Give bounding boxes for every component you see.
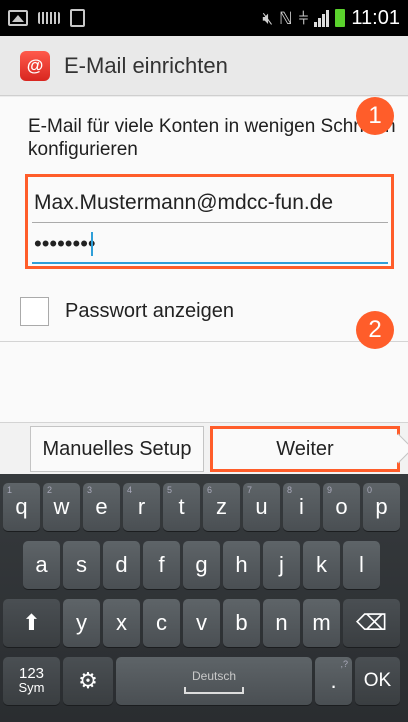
key-l[interactable]: l: [343, 541, 380, 589]
next-button-label: Weiter: [276, 437, 334, 460]
keyboard-language-label: Deutsch: [191, 668, 237, 683]
email-field[interactable]: [34, 184, 384, 222]
nfc-icon: ℕ: [279, 8, 293, 28]
key-r[interactable]: 4r: [123, 483, 160, 531]
key-p[interactable]: 0p: [363, 483, 400, 531]
period-key[interactable]: ,?.: [315, 657, 352, 705]
symbols-key[interactable]: 123 Sym: [3, 657, 60, 705]
key-b[interactable]: b: [223, 599, 260, 647]
backspace-key[interactable]: ⌫: [343, 599, 400, 647]
space-key[interactable]: Deutsch: [116, 657, 312, 705]
battery-icon: [335, 9, 346, 27]
image-icon: [8, 10, 28, 26]
mute-icon: 🔇︎: [262, 8, 274, 28]
key-s[interactable]: s: [63, 541, 100, 589]
shift-key[interactable]: ⬆: [3, 599, 60, 647]
doc-icon: [70, 9, 85, 27]
key-a[interactable]: a: [23, 541, 60, 589]
key-g[interactable]: g: [183, 541, 220, 589]
intro-text: E-Mail für viele Konten in wenigen Schri…: [28, 116, 396, 160]
step-badge-1: 1: [356, 97, 394, 135]
key-t[interactable]: 5t: [163, 483, 200, 531]
key-o[interactable]: 9o: [323, 483, 360, 531]
soft-keyboard: 1q 2w 3e 4r 5t 6z 7u 8i 9o 0p a s d f g …: [0, 474, 408, 722]
step-badge-2: 2: [356, 311, 394, 349]
key-i[interactable]: 8i: [283, 483, 320, 531]
password-field-underline: [32, 262, 388, 264]
show-password-row[interactable]: Passwort anzeigen: [20, 297, 234, 326]
show-password-checkbox[interactable]: [20, 297, 49, 326]
key-w[interactable]: 2w: [43, 483, 80, 531]
credentials-highlight: ••••••••: [25, 174, 394, 269]
settings-key[interactable]: ⚙: [63, 657, 113, 705]
key-v[interactable]: v: [183, 599, 220, 647]
status-bar: 🔇︎ ℕ ⫩ 11:01: [0, 0, 408, 36]
gear-icon: ⚙: [78, 668, 98, 693]
wifi-icon: ⫩: [298, 8, 309, 28]
email-app-icon: @: [20, 50, 50, 81]
key-j[interactable]: j: [263, 541, 300, 589]
backspace-icon: ⌫: [355, 610, 388, 635]
divider: [0, 341, 408, 342]
email-setup-screen: 🔇︎ ℕ ⫩ 11:01 @ E-Mail einrichten E-Mail …: [0, 0, 408, 722]
content-area: E-Mail für viele Konten in wenigen Schri…: [0, 97, 408, 422]
action-bar: @ E-Mail einrichten: [0, 36, 408, 96]
manual-setup-button[interactable]: Manuelles Setup: [30, 426, 204, 472]
key-z[interactable]: 6z: [203, 483, 240, 531]
key-f[interactable]: f: [143, 541, 180, 589]
next-button[interactable]: Weiter: [210, 426, 400, 472]
button-bar: Manuelles Setup Weiter: [0, 422, 408, 474]
key-d[interactable]: d: [103, 541, 140, 589]
key-n[interactable]: n: [263, 599, 300, 647]
keyboard-icon: [38, 12, 60, 24]
page-title: E-Mail einrichten: [64, 52, 228, 78]
space-icon: [184, 686, 244, 694]
key-y[interactable]: y: [63, 599, 100, 647]
clock: 11:01: [351, 6, 400, 29]
show-password-label: Passwort anzeigen: [65, 300, 234, 322]
key-u[interactable]: 7u: [243, 483, 280, 531]
key-x[interactable]: x: [103, 599, 140, 647]
key-q[interactable]: 1q: [3, 483, 40, 531]
shift-icon: ⬆: [22, 610, 41, 635]
text-cursor: [91, 232, 93, 256]
key-h[interactable]: h: [223, 541, 260, 589]
key-c[interactable]: c: [143, 599, 180, 647]
key-m[interactable]: m: [303, 599, 340, 647]
email-field-underline: [32, 222, 388, 223]
key-e[interactable]: 3e: [83, 483, 120, 531]
password-field[interactable]: ••••••••: [34, 225, 384, 263]
ok-key[interactable]: OK: [355, 657, 400, 705]
signal-icon: [314, 9, 330, 27]
key-k[interactable]: k: [303, 541, 340, 589]
